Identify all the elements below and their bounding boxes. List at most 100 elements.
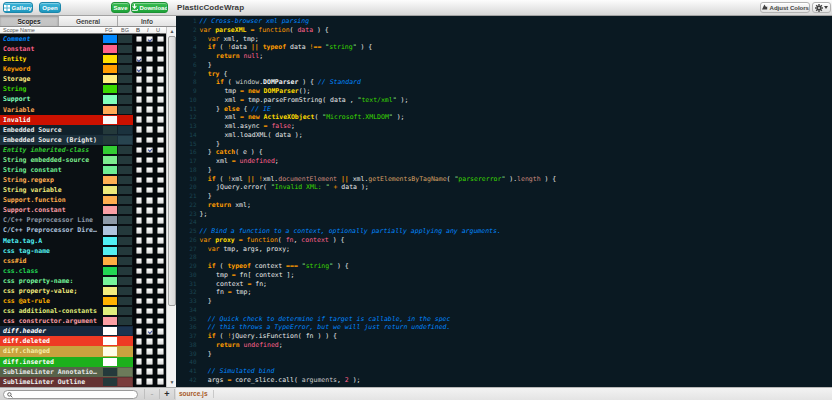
fg-color-swatch[interactable] [103,85,117,93]
fg-color-swatch[interactable] [103,327,117,335]
bg-color-swatch[interactable] [118,65,132,73]
underline-checkbox[interactable] [157,258,164,265]
bg-color-swatch[interactable] [118,95,132,103]
bg-color-swatch[interactable] [118,277,132,285]
fg-color-swatch[interactable] [103,337,117,345]
scope-row[interactable]: Constant [0,44,166,54]
scope-row[interactable]: SublimeLinter Outline [0,377,166,387]
fg-color-swatch[interactable] [103,156,117,164]
scope-row-name[interactable]: diff.deleted [0,336,103,346]
bg-color-swatch[interactable] [118,297,132,305]
fg-color-swatch[interactable] [103,136,117,144]
bg-color-swatch[interactable] [118,176,132,184]
sidebar-scrollbar-thumb[interactable] [168,36,176,306]
bold-checkbox[interactable] [136,288,143,295]
fg-color-swatch[interactable] [103,287,117,295]
underline-checkbox[interactable] [157,36,164,43]
bold-checkbox[interactable] [136,126,143,133]
bold-checkbox[interactable] [136,86,143,93]
remove-scope-button[interactable]: - [145,388,159,400]
scope-row[interactable]: String embedded-source [0,155,166,165]
italic-checkbox[interactable] [146,116,153,123]
underline-checkbox[interactable] [157,358,164,365]
scope-row-name[interactable]: Storage [0,74,103,84]
scope-row[interactable]: Meta.tag.A [0,236,166,246]
underline-checkbox[interactable] [157,147,164,154]
scope-row-name[interactable]: String.regexp [0,175,103,185]
scope-row[interactable]: Comment [0,34,166,44]
underline-checkbox[interactable] [157,177,164,184]
underline-checkbox[interactable] [157,278,164,285]
scope-row[interactable]: SublimeLinter Annotatio… [0,367,166,377]
fg-color-swatch[interactable] [103,206,117,214]
scope-row[interactable]: diff.deleted [0,336,166,346]
underline-checkbox[interactable] [157,247,164,254]
scope-row-name[interactable]: css constructor.argument [0,316,103,326]
scope-row[interactable]: css.class [0,266,166,276]
underline-checkbox[interactable] [157,328,164,335]
underline-checkbox[interactable] [157,126,164,133]
scope-row-name[interactable]: Keyword [0,64,103,74]
bg-color-swatch[interactable] [118,267,132,275]
fg-color-swatch[interactable] [103,378,117,386]
scope-row-name[interactable]: Entity inherited-class [0,145,103,155]
bg-color-swatch[interactable] [118,226,132,234]
bold-checkbox[interactable] [136,258,143,265]
bold-checkbox[interactable] [136,368,143,375]
scope-row-name[interactable]: Invalid [0,115,103,125]
italic-checkbox[interactable] [146,288,153,295]
underline-checkbox[interactable] [157,338,164,345]
italic-checkbox[interactable] [146,56,153,63]
scope-row-name[interactable]: Entity [0,54,103,64]
bold-checkbox[interactable] [136,237,143,244]
scope-row-name[interactable]: diff.inserted [0,357,103,367]
italic-checkbox[interactable] [146,217,153,224]
italic-checkbox[interactable] [146,368,153,375]
fg-color-swatch[interactable] [103,317,117,325]
italic-checkbox[interactable] [146,318,153,325]
bg-color-swatch[interactable] [118,186,132,194]
fg-color-swatch[interactable] [103,237,117,245]
bold-checkbox[interactable] [136,247,143,254]
fg-color-swatch[interactable] [103,247,117,255]
italic-checkbox[interactable] [146,298,153,305]
bold-checkbox[interactable] [136,207,143,214]
scope-row[interactable]: Storage [0,74,166,84]
italic-checkbox[interactable] [146,157,153,164]
italic-checkbox[interactable] [146,177,153,184]
bg-color-swatch[interactable] [118,45,132,53]
bg-color-swatch[interactable] [118,196,132,204]
italic-checkbox[interactable] [146,76,153,83]
italic-checkbox[interactable] [146,36,153,43]
scope-row-name[interactable]: String [0,84,103,94]
fg-color-swatch[interactable] [103,126,117,134]
scope-row-name[interactable]: SublimeLinter Outline [0,377,103,387]
italic-checkbox[interactable] [146,338,153,345]
bg-color-swatch[interactable] [118,166,132,174]
fg-color-swatch[interactable] [103,95,117,103]
scope-row[interactable]: Support [0,94,166,104]
underline-checkbox[interactable] [157,116,164,123]
bold-checkbox[interactable] [136,298,143,305]
italic-checkbox[interactable] [146,46,153,53]
bg-color-swatch[interactable] [118,287,132,295]
scope-row[interactable]: css tag-name [0,246,166,256]
scope-row[interactable]: C/C++ Preprocessor Dire… [0,225,166,235]
bg-color-swatch[interactable] [118,378,132,386]
underline-checkbox[interactable] [157,368,164,375]
bg-color-swatch[interactable] [118,358,132,366]
bg-color-swatch[interactable] [118,347,132,355]
open-button[interactable]: Open [39,2,61,13]
underline-checkbox[interactable] [157,308,164,315]
bg-color-swatch[interactable] [118,317,132,325]
scope-row[interactable]: Variable [0,105,166,115]
bg-color-swatch[interactable] [118,247,132,255]
scope-row-name[interactable]: Support [0,94,103,104]
bg-color-swatch[interactable] [118,85,132,93]
bold-checkbox[interactable] [136,116,143,123]
scope-row-name[interactable]: css#id [0,256,103,266]
bold-checkbox[interactable] [136,197,143,204]
underline-checkbox[interactable] [157,86,164,93]
bg-color-swatch[interactable] [118,55,132,63]
italic-checkbox[interactable] [146,207,153,214]
